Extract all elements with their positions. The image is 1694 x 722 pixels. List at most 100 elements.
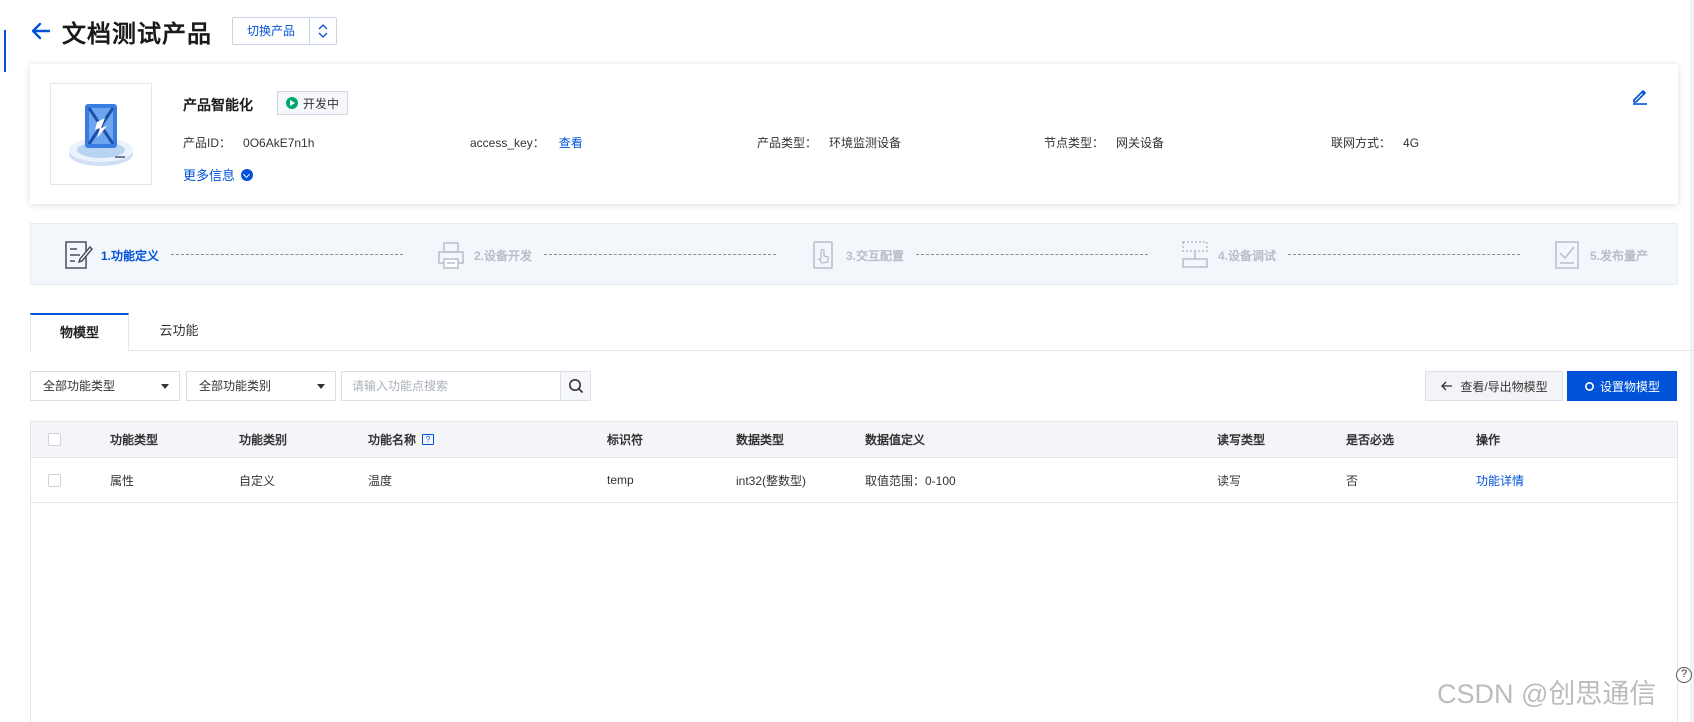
product-type-info: 产品类型： 环境监测设备 <box>757 134 901 151</box>
column-header: 功能类别 <box>239 433 288 447</box>
step-function-definition[interactable]: 1.功能定义 <box>63 238 159 272</box>
view-export-model-label: 查看/导出物模型 <box>1460 379 1548 394</box>
column-header: 标识符 <box>607 433 644 447</box>
gear-icon <box>1584 381 1594 391</box>
chevron-down-circle-icon <box>241 168 254 181</box>
function-type-select[interactable]: 全部功能类型 <box>30 371 180 401</box>
node-type-value: 网关设备 <box>1116 136 1165 150</box>
set-thing-model-button[interactable]: 设置物模型 <box>1567 371 1677 401</box>
chevron-up-down-icon <box>318 24 328 38</box>
development-steps: 1.功能定义 2.设备开发 3.交互配置 4.设备调试 5.发布量产 <box>30 223 1678 285</box>
search-button[interactable] <box>561 371 591 401</box>
switch-product-button[interactable]: 切换产品 <box>232 17 338 45</box>
thing-model-table: 功能类型 功能类别 功能名称 ? 标识符 数据类型 数据值定义 读写类型 是否必… <box>30 421 1678 722</box>
table-cell: 温度 <box>368 473 393 488</box>
table-cell: 自定义 <box>239 473 276 488</box>
page-title: 文档测试产品 <box>62 20 212 48</box>
view-export-model-button[interactable]: 查看/导出物模型 <box>1425 371 1563 401</box>
product-device-illustration-icon <box>69 104 133 166</box>
export-arrow-icon <box>1441 381 1453 391</box>
step-device-development[interactable]: 2.设备开发 <box>436 238 532 272</box>
status-badge: 开发中 <box>277 91 349 115</box>
function-type-select-value: 全部功能类型 <box>43 379 116 393</box>
column-header: 是否必选 <box>1346 433 1395 447</box>
back-arrow-icon[interactable] <box>30 20 52 42</box>
function-search-input[interactable] <box>341 371 561 401</box>
status-text: 开发中 <box>303 96 340 111</box>
table-cell: 读写 <box>1217 473 1242 488</box>
step-release-production[interactable]: 5.发布量产 <box>1552 238 1648 272</box>
table-cell: int32(整数型) <box>736 473 807 488</box>
column-header-function-name: 功能名称 ? <box>368 422 435 457</box>
table-header: 功能类型 功能类别 功能名称 ? 标识符 数据类型 数据值定义 读写类型 是否必… <box>31 422 1677 458</box>
table-cell: 属性 <box>110 473 135 488</box>
tab-cloud-function[interactable]: 云功能 <box>129 313 229 351</box>
device-debug-icon <box>1182 241 1208 268</box>
step-label: 4.设备调试 <box>1218 248 1277 263</box>
node-type-info: 节点类型： 网关设备 <box>1044 134 1164 151</box>
select-all-checkbox[interactable] <box>48 433 61 446</box>
access-key-label: access_key： <box>470 136 545 150</box>
function-detail-link[interactable]: 功能详情 <box>1476 472 1524 489</box>
step-label: 2.设备开发 <box>474 248 533 263</box>
column-header: 功能类型 <box>110 433 159 447</box>
step-connector <box>1288 254 1520 255</box>
tab-bar: 物模型 云功能 <box>30 313 1694 352</box>
step-label: 3.交互配置 <box>846 248 905 263</box>
help-icon[interactable]: ? <box>422 434 435 445</box>
product-info-card: 产品智能化 开发中 产品ID： 0O6AkE7n1h access_key： 查看 … <box>30 64 1678 204</box>
printer-icon <box>438 242 464 269</box>
row-select-cell <box>48 458 61 502</box>
view-access-key-link[interactable]: 查看 <box>559 136 583 150</box>
table-cell: 取值范围：0-100 <box>865 473 956 488</box>
network-value: 4G <box>1403 136 1420 150</box>
checklist-icon <box>1555 241 1579 269</box>
product-id-label: 产品ID： <box>183 136 232 150</box>
column-header-label: 功能名称 <box>368 433 417 447</box>
switch-product-label: 切换产品 <box>233 18 311 44</box>
table-row: 属性 自定义 温度 temp int32(整数型) 取值范围：0-100 读写 … <box>31 458 1677 503</box>
watermark: CSDN @创思通信 <box>1437 679 1657 709</box>
step-label: 1.功能定义 <box>101 248 160 263</box>
tab-thing-model[interactable]: 物模型 <box>30 313 129 352</box>
toolbar: 全部功能类型 全部功能类别 查看/导出物模型 设置物模型 <box>30 371 1678 401</box>
select-all-cell <box>48 422 61 457</box>
function-category-select-value: 全部功能类别 <box>199 379 272 393</box>
table-cell: 否 <box>1346 473 1359 488</box>
product-id-info: 产品ID： 0O6AkE7n1h <box>183 134 314 151</box>
scrollbar[interactable] <box>1690 0 1694 722</box>
column-header: 数据值定义 <box>865 433 926 447</box>
switch-product-toggle[interactable] <box>310 18 336 44</box>
column-header: 数据类型 <box>736 433 785 447</box>
column-header: 读写类型 <box>1217 433 1266 447</box>
node-type-label: 节点类型： <box>1044 136 1105 150</box>
access-key-info: access_key： 查看 <box>470 134 583 151</box>
step-connector <box>171 254 403 255</box>
product-type-label: 产品类型： <box>757 136 818 150</box>
network-label: 联网方式： <box>1331 136 1392 150</box>
edit-icon[interactable] <box>1630 86 1650 106</box>
function-detail-cell: 功能详情 <box>1476 458 1524 502</box>
help-icon[interactable]: ? <box>1676 667 1692 683</box>
step-label: 5.发布量产 <box>1590 248 1649 263</box>
table-cell: temp <box>607 473 634 487</box>
step-connector <box>544 254 776 255</box>
product-image <box>50 83 152 185</box>
more-info-label: 更多信息 <box>183 168 236 183</box>
step-device-debug[interactable]: 4.设备调试 <box>1180 238 1276 272</box>
product-type-value: 环境监测设备 <box>829 136 902 150</box>
product-id-value: 0O6AkE7n1h <box>243 136 315 150</box>
caret-down-icon <box>317 384 325 389</box>
network-info: 联网方式： 4G <box>1331 134 1419 151</box>
function-category-select[interactable]: 全部功能类别 <box>186 371 336 401</box>
search-icon <box>568 379 583 394</box>
more-info-link[interactable]: 更多信息 <box>183 165 254 184</box>
left-nav-indicator <box>4 30 6 72</box>
product-name: 产品智能化 <box>183 97 253 113</box>
document-edit-icon <box>65 241 93 269</box>
row-checkbox[interactable] <box>48 473 61 487</box>
touch-screen-icon <box>813 241 833 269</box>
step-interaction-config[interactable]: 3.交互配置 <box>808 238 904 272</box>
caret-down-icon <box>161 384 169 389</box>
column-header: 操作 <box>1476 433 1501 447</box>
